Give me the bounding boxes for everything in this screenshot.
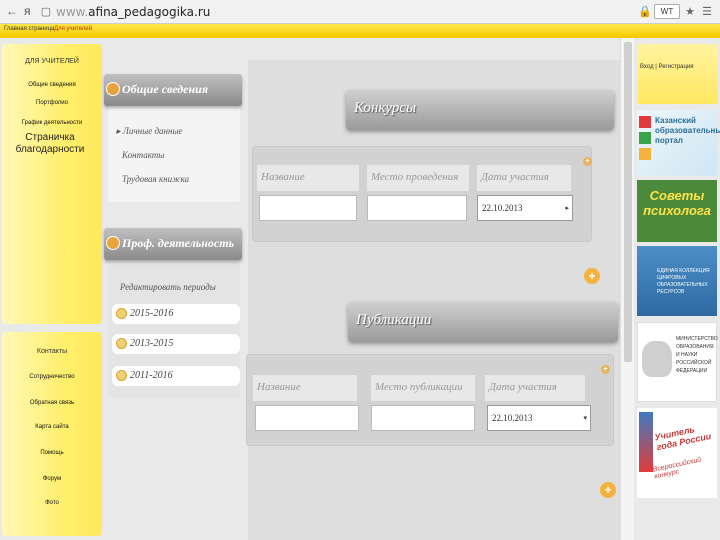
general-info-ribbon: Общие сведения bbox=[104, 74, 242, 106]
menu-icon[interactable]: ☰ bbox=[700, 4, 714, 20]
period-label: 2013-2015 bbox=[130, 338, 174, 349]
publications-col-name: Название bbox=[253, 375, 357, 401]
publications-name-input[interactable] bbox=[255, 405, 359, 431]
thanks-page-link[interactable]: Страничка благодарности bbox=[0, 132, 100, 156]
bullet-icon bbox=[106, 82, 120, 96]
period-item[interactable]: 2013-2015 bbox=[112, 334, 240, 354]
radio-icon bbox=[116, 308, 127, 319]
radio-icon bbox=[116, 338, 127, 349]
publications-header: Публикации bbox=[348, 302, 618, 342]
kazan-portal-banner[interactable]: Казанский образовательный портал bbox=[637, 110, 720, 176]
url-prefix: www. bbox=[56, 5, 89, 19]
back-icon[interactable]: ← bbox=[6, 4, 18, 18]
publications-date-select[interactable]: 22.10.2013 ▾ bbox=[487, 405, 591, 431]
prof-activity-ribbon: Проф. деятельность bbox=[104, 228, 242, 260]
contacts-photo[interactable]: Фото bbox=[2, 500, 102, 506]
logo-square-icon bbox=[639, 132, 651, 144]
edit-periods-link[interactable]: Редактировать периоды bbox=[120, 282, 216, 292]
digital-resources-text: ЕДИНАЯ КОЛЛЕКЦИЯ ЦИФРОВЫХ ОБРАЗОВАТЕЛЬНЫ… bbox=[657, 268, 710, 295]
page-scrollbar[interactable] bbox=[620, 38, 634, 540]
address-bar[interactable]: www.afina_pedagogika.ru bbox=[56, 3, 596, 21]
contacts-help[interactable]: Помощь bbox=[2, 450, 102, 456]
logo-square-icon bbox=[639, 148, 651, 160]
contests-form: Название Место проведения Дата участия 2… bbox=[252, 146, 592, 242]
contests-date-value: 22.10.2013 bbox=[482, 203, 523, 213]
page: ← я ▢ www.afina_pedagogika.ru 🔒 WT ★ ☰ Г… bbox=[0, 0, 720, 540]
contacts-cooperation[interactable]: Сотрудничество bbox=[2, 374, 102, 380]
contacts-title: Контакты bbox=[36, 348, 68, 355]
period-label: 2015-2016 bbox=[130, 308, 174, 319]
left-menu-schedule[interactable]: График деятельности bbox=[2, 120, 102, 126]
contests-header: Конкурсы bbox=[346, 90, 614, 130]
login-panel: Вход | Регистрация bbox=[638, 44, 718, 104]
site-top-bar: Главная страница Для учителей bbox=[0, 24, 720, 38]
period-item[interactable]: 2011-2016 bbox=[112, 366, 240, 386]
login-register-link[interactable]: Вход | Регистрация bbox=[640, 64, 694, 70]
logo-square-icon bbox=[639, 116, 651, 128]
book-icon bbox=[639, 412, 653, 472]
contest-subtitle-text: Всероссийский конкурс bbox=[652, 456, 702, 481]
radio-icon bbox=[116, 370, 127, 381]
left-menu-general[interactable]: Общие сведения bbox=[2, 82, 102, 88]
general-info-title: Общие сведения bbox=[122, 82, 209, 96]
publications-place-input[interactable] bbox=[371, 405, 475, 431]
period-label: 2011-2016 bbox=[130, 370, 173, 381]
personal-data-link[interactable]: ▸ Личные данные bbox=[116, 126, 183, 137]
period-item[interactable]: 2015-2016 bbox=[112, 304, 240, 324]
left-contacts-panel: Контакты Сотрудничество Обратная связь К… bbox=[2, 332, 102, 536]
browser-toolbar: ← я ▢ www.afina_pedagogika.ru 🔒 WT ★ ☰ bbox=[0, 0, 720, 24]
dropdown-arrow-icon: ▾ bbox=[583, 414, 587, 422]
publications-col-date: Дата участия bbox=[485, 375, 585, 401]
left-menu-portfolio[interactable]: Портфолио bbox=[2, 100, 102, 106]
psychologist-banner[interactable]: Советы психолога bbox=[637, 180, 717, 242]
publications-col-place: Место публикации bbox=[371, 375, 475, 401]
prof-activity-title: Проф. деятельность bbox=[122, 236, 235, 250]
page-icon: ▢ bbox=[40, 6, 52, 18]
add-contest-button[interactable]: + bbox=[584, 268, 600, 284]
personal-data-label: Личные данные bbox=[122, 126, 183, 136]
contacts-link[interactable]: Контакты bbox=[122, 150, 164, 160]
contests-name-input[interactable] bbox=[259, 195, 357, 221]
add-icon[interactable]: + bbox=[583, 157, 592, 166]
left-menu-panel: ДЛЯ УЧИТЕЛЕЙ Общие сведения Портфолио Гр… bbox=[2, 44, 102, 324]
left-menu-title: ДЛЯ УЧИТЕЛЕЙ bbox=[25, 58, 79, 65]
add-icon[interactable]: + bbox=[601, 365, 610, 374]
main-content bbox=[248, 60, 620, 540]
teacher-of-year-text: Учитель года России bbox=[653, 424, 713, 453]
translate-button[interactable]: WT bbox=[654, 4, 680, 19]
ministry-banner[interactable]: МИНИСТЕРСТВО ОБРАЗОВАНИЯ И НАУКИ РОССИЙС… bbox=[637, 322, 718, 402]
ministry-text: МИНИСТЕРСТВО ОБРАЗОВАНИЯ И НАУКИ РОССИЙС… bbox=[676, 336, 718, 374]
digital-resources-banner[interactable]: ЕДИНАЯ КОЛЛЕКЦИЯ ЦИФРОВЫХ ОБРАЗОВАТЕЛЬНЫ… bbox=[637, 246, 717, 316]
work-book-link[interactable]: Трудовая книжка bbox=[122, 174, 189, 184]
yandex-icon[interactable]: я bbox=[24, 4, 31, 18]
general-links-box: ▸ Личные данные Контакты Трудовая книжка bbox=[108, 104, 240, 202]
add-publication-button[interactable]: + bbox=[600, 482, 616, 498]
contacts-feedback[interactable]: Обратная связь bbox=[2, 400, 102, 406]
nav-teachers-link[interactable]: Для учителей bbox=[54, 26, 92, 32]
contests-date-select[interactable]: 22.10.2013 ▸ bbox=[477, 195, 573, 221]
url-host: afina_pedagogika.ru bbox=[88, 5, 211, 19]
contests-col-date: Дата участия bbox=[477, 165, 571, 191]
lock-icon[interactable]: 🔒 bbox=[638, 4, 652, 20]
teacher-of-year-banner[interactable]: Учитель года России Всероссийский конкур… bbox=[637, 408, 717, 498]
publications-title: Публикации bbox=[356, 312, 432, 328]
publications-form: Название Место публикации Дата участия 2… bbox=[246, 354, 614, 446]
nav-home-link[interactable]: Главная страница bbox=[4, 26, 54, 32]
contests-col-place: Место проведения bbox=[367, 165, 469, 191]
star-icon[interactable]: ★ bbox=[684, 4, 696, 20]
contacts-forum[interactable]: Форум bbox=[2, 476, 102, 482]
contests-col-name: Название bbox=[257, 165, 359, 191]
contests-place-input[interactable] bbox=[367, 195, 467, 221]
kazan-portal-text: Казанский образовательный портал bbox=[655, 116, 720, 145]
coat-of-arms-icon bbox=[642, 341, 672, 377]
psychologist-text: Советы психолога bbox=[643, 188, 711, 218]
publications-date-value: 22.10.2013 bbox=[492, 413, 533, 423]
bullet-icon bbox=[106, 236, 120, 250]
dropdown-arrow-icon: ▸ bbox=[565, 204, 569, 212]
contests-title: Конкурсы bbox=[354, 100, 417, 116]
contacts-sitemap[interactable]: Карта сайта bbox=[2, 424, 102, 430]
scrollbar-thumb[interactable] bbox=[624, 42, 632, 362]
